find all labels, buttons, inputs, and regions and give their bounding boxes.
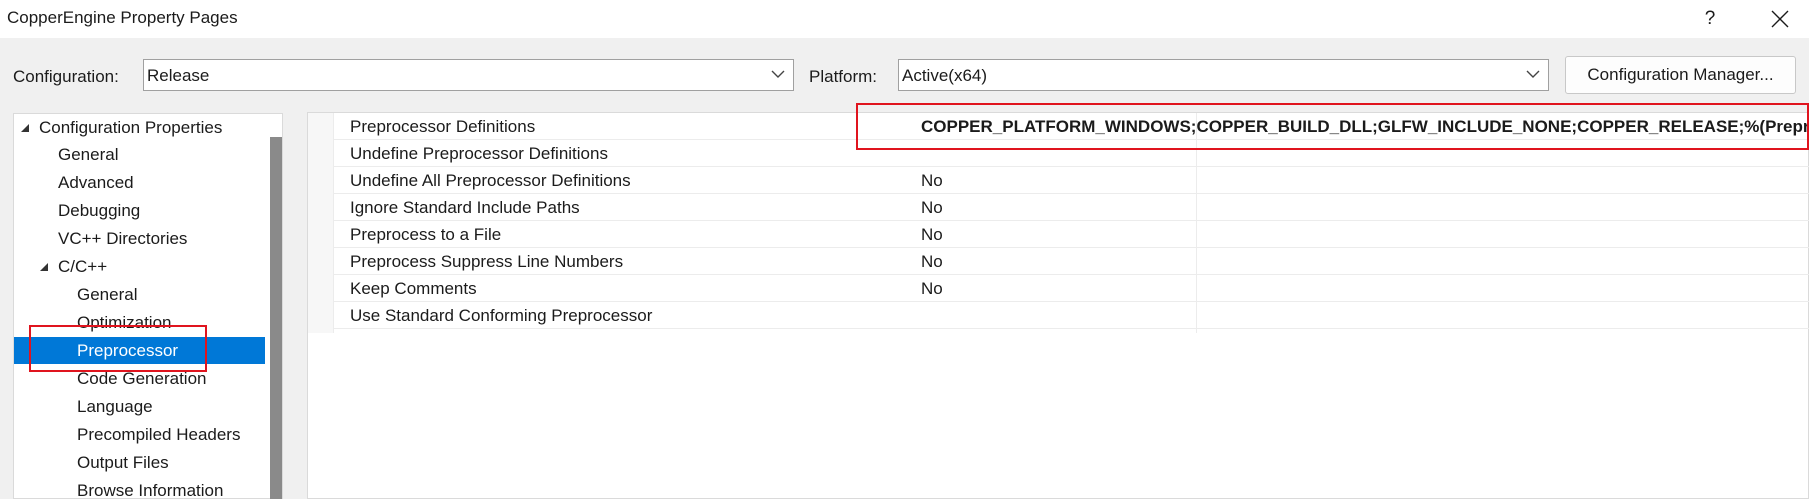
property-row[interactable]: Keep Comments No: [334, 275, 1809, 302]
tree-item-label: Language: [77, 397, 153, 416]
collapse-triangle-icon: [21, 124, 29, 132]
property-value[interactable]: No: [921, 171, 943, 191]
property-row[interactable]: Ignore Standard Include Paths No: [334, 194, 1809, 221]
close-icon: [1771, 10, 1789, 28]
configuration-manager-button[interactable]: Configuration Manager...: [1565, 56, 1796, 94]
platform-value: Active(x64): [902, 66, 988, 85]
chevron-down-icon: [1526, 70, 1540, 78]
property-value[interactable]: No: [921, 198, 943, 218]
property-row[interactable]: Undefine All Preprocessor Definitions No: [334, 167, 1809, 194]
property-name: Keep Comments: [350, 279, 477, 298]
property-value[interactable]: No: [921, 225, 943, 245]
configuration-value: Release: [147, 66, 210, 85]
tree-item-label: General: [77, 285, 138, 304]
property-name: Preprocessor Definitions: [350, 117, 536, 136]
tree-item-label: General: [58, 145, 119, 164]
tree-item-label: Precompiled Headers: [77, 425, 241, 444]
tree-item-label: Debugging: [58, 201, 141, 220]
property-value[interactable]: No: [921, 252, 943, 272]
tree-item-precompiled-headers[interactable]: Precompiled Headers: [14, 421, 270, 448]
property-tree: Configuration Properties General Advance…: [13, 113, 283, 499]
configuration-toolbar: Configuration: Release Platform: Active(…: [0, 38, 1809, 100]
collapse-triangle-icon: [40, 263, 48, 271]
tree-item-configuration-properties[interactable]: Configuration Properties: [14, 114, 274, 141]
property-name: Preprocess to a File: [350, 225, 502, 244]
property-name: Undefine All Preprocessor Definitions: [350, 171, 631, 190]
tree-item-vc-directories[interactable]: VC++ Directories: [14, 225, 270, 252]
property-row[interactable]: Preprocess to a File No: [334, 221, 1809, 248]
tree-item-label: Advanced: [58, 173, 134, 192]
chevron-down-icon: [771, 70, 785, 78]
configuration-label: Configuration:: [13, 67, 119, 86]
tree-scrollbar[interactable]: [270, 137, 282, 499]
tree-item-general[interactable]: General: [14, 141, 270, 168]
tree-item-debugging[interactable]: Debugging: [14, 197, 270, 224]
highlight-annotation: [29, 325, 207, 372]
grid-gutter: [308, 113, 334, 333]
tree-item-output-files[interactable]: Output Files: [14, 449, 270, 476]
tree-item-c-cpp[interactable]: C/C++: [14, 253, 270, 280]
property-value[interactable]: No: [921, 279, 943, 299]
property-name: Ignore Standard Include Paths: [350, 198, 580, 217]
tree-item-browse-information[interactable]: Browse Information: [14, 477, 270, 499]
tree-item-cpp-general[interactable]: General: [14, 281, 270, 308]
property-row[interactable]: Preprocess Suppress Line Numbers No: [334, 248, 1809, 275]
tree-item-label: VC++ Directories: [58, 229, 188, 248]
property-grid: Preprocessor Definitions COPPER_PLATFORM…: [307, 112, 1809, 499]
tree-item-label: Output Files: [77, 453, 169, 472]
highlight-annotation: [856, 103, 1809, 150]
help-button[interactable]: ?: [1690, 3, 1730, 35]
platform-label: Platform:: [809, 67, 878, 86]
platform-dropdown[interactable]: Active(x64): [898, 59, 1549, 91]
tree-item-label: C/C++: [58, 257, 108, 276]
tree-item-language[interactable]: Language: [14, 393, 270, 420]
property-name: Use Standard Conforming Preprocessor: [350, 306, 653, 325]
property-row[interactable]: Use Standard Conforming Preprocessor: [334, 302, 1809, 329]
configuration-dropdown[interactable]: Release: [143, 59, 794, 91]
tree-item-label: Browse Information: [77, 481, 224, 499]
window-title: CopperEngine Property Pages: [7, 8, 238, 27]
property-name: Undefine Preprocessor Definitions: [350, 144, 608, 163]
close-button[interactable]: [1755, 3, 1805, 35]
tree-item-label: Configuration Properties: [39, 118, 223, 137]
property-name: Preprocess Suppress Line Numbers: [350, 252, 624, 271]
tree-item-advanced[interactable]: Advanced: [14, 169, 270, 196]
title-bar: CopperEngine Property Pages ?: [0, 0, 1809, 38]
